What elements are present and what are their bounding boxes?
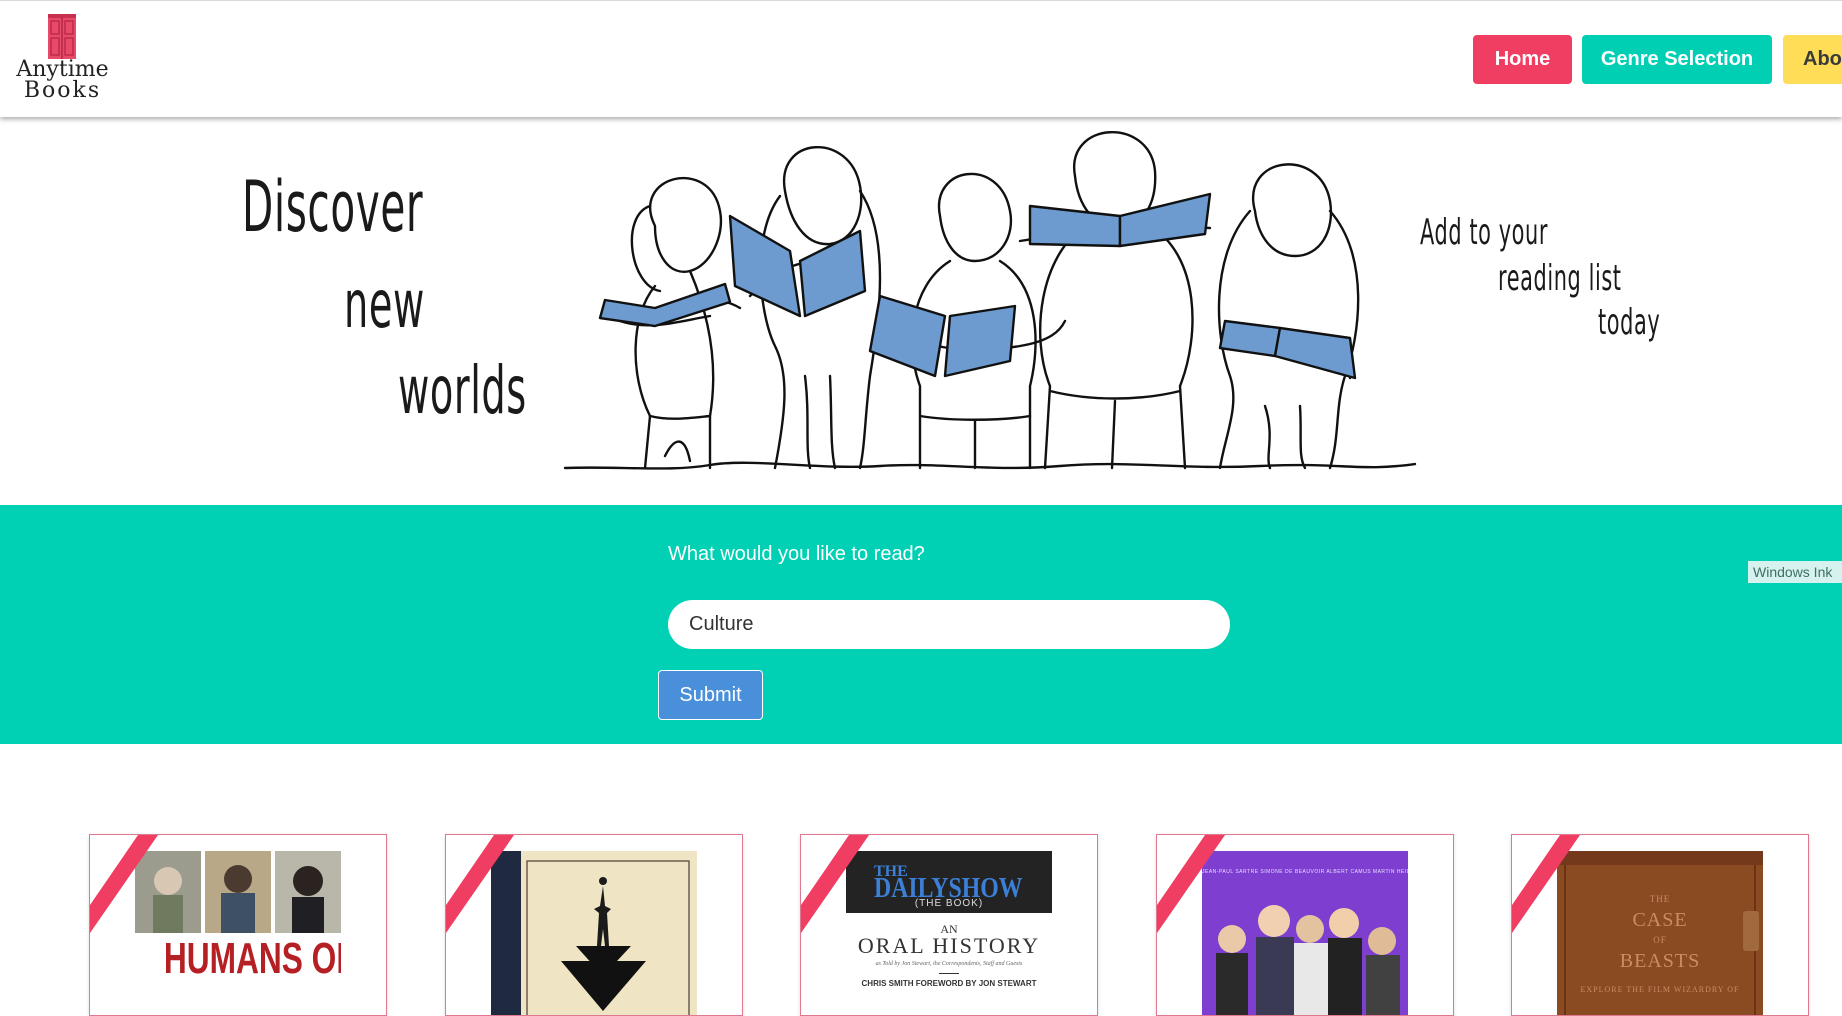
book-cover[interactable] — [491, 851, 697, 1015]
philosophers-cartoon-image — [1216, 905, 1400, 1015]
book-card[interactable]: THE DAILYSHOW (THE BOOK) AN ORAL HISTORY… — [800, 834, 1098, 1016]
book-cover[interactable]: JEAN-PAUL SARTRE SIMONE DE BEAUVOIR ALBE… — [1202, 851, 1408, 1015]
cover-title: THE CASE OF BEASTS — [1557, 895, 1763, 977]
book-card[interactable]: HUMANS OF — [89, 834, 387, 1016]
book-results-row: HUMANS OF THE DAILYSHOW (THE BOOK) AN OR… — [0, 744, 1842, 1016]
book-cover[interactable]: HUMANS OF — [135, 851, 341, 1015]
cover-title: HUMANS OF — [163, 934, 341, 983]
book-cover[interactable]: THE DAILYSHOW (THE BOOK) AN ORAL HISTORY… — [846, 851, 1052, 1015]
cover-title-of: OF — [1653, 935, 1667, 945]
cover-photos-image — [135, 851, 341, 933]
corner-ribbon-icon — [446, 835, 514, 933]
cover-title-beasts: BEASTS — [1619, 950, 1701, 972]
book-card[interactable]: THE CASE OF BEASTS EXPLORE THE FILM WIZA… — [1511, 834, 1809, 1016]
reading-people-illustration — [563, 130, 1417, 470]
cover-subtitle: EXPLORE THE FILM WIZARDRY OF — [1580, 985, 1740, 994]
navbar: Anytime Books Home Genre Selection Abo — [0, 0, 1842, 117]
hero-word-discover: Discover — [242, 166, 424, 248]
cover-subtitle: (THE BOOK) — [914, 898, 984, 909]
nav-home-button[interactable]: Home — [1473, 35, 1572, 84]
hero-tagline-line2: reading list — [1498, 258, 1622, 299]
corner-ribbon-icon — [801, 835, 869, 933]
hero-word-worlds: worlds — [398, 352, 527, 429]
silhouette-star-image — [491, 851, 697, 1015]
nav-genre-selection-button[interactable]: Genre Selection — [1582, 35, 1772, 84]
book-card[interactable] — [445, 834, 743, 1016]
search-label: What would you like to read? — [668, 543, 925, 565]
door-logo-icon — [48, 14, 76, 59]
brand-name: Anytime Books — [10, 59, 115, 103]
cover-divider — [939, 973, 959, 974]
hero-tagline-line1: Add to your — [1420, 212, 1548, 253]
search-input[interactable] — [668, 600, 1230, 649]
book-cover[interactable]: THE CASE OF BEASTS EXPLORE THE FILM WIZA… — [1557, 851, 1763, 1015]
cover-title-the: THE — [1649, 894, 1671, 904]
submit-button[interactable]: Submit — [658, 670, 763, 720]
hero-tagline-line3: today — [1598, 302, 1661, 343]
windows-ink-tag[interactable]: Windows Ink — [1748, 561, 1842, 583]
hero-banner: Discover new worlds Add to your reading … — [0, 116, 1842, 505]
nav-about-button[interactable]: Abo — [1783, 35, 1842, 84]
brand-logo[interactable]: Anytime Books — [10, 13, 115, 105]
corner-ribbon-icon — [1157, 835, 1225, 933]
book-card[interactable]: JEAN-PAUL SARTRE SIMONE DE BEAUVOIR ALBE… — [1156, 834, 1454, 1016]
brand-name-line2: Books — [23, 78, 102, 103]
hero-word-new: new — [344, 266, 425, 343]
cover-title-case: CASE — [1632, 909, 1688, 931]
cover-oral-history: ORAL HISTORY — [857, 933, 1041, 958]
cover-authors: CHRIS SMITH FOREWORD BY JON STEWART — [861, 979, 1037, 988]
search-section: What would you like to read? Submit Wind… — [0, 505, 1842, 744]
cover-told-by: as Told by Jon Stewart, the Corresponden… — [875, 961, 1023, 967]
corner-ribbon-icon — [90, 835, 158, 933]
corner-ribbon-icon — [1512, 835, 1580, 933]
